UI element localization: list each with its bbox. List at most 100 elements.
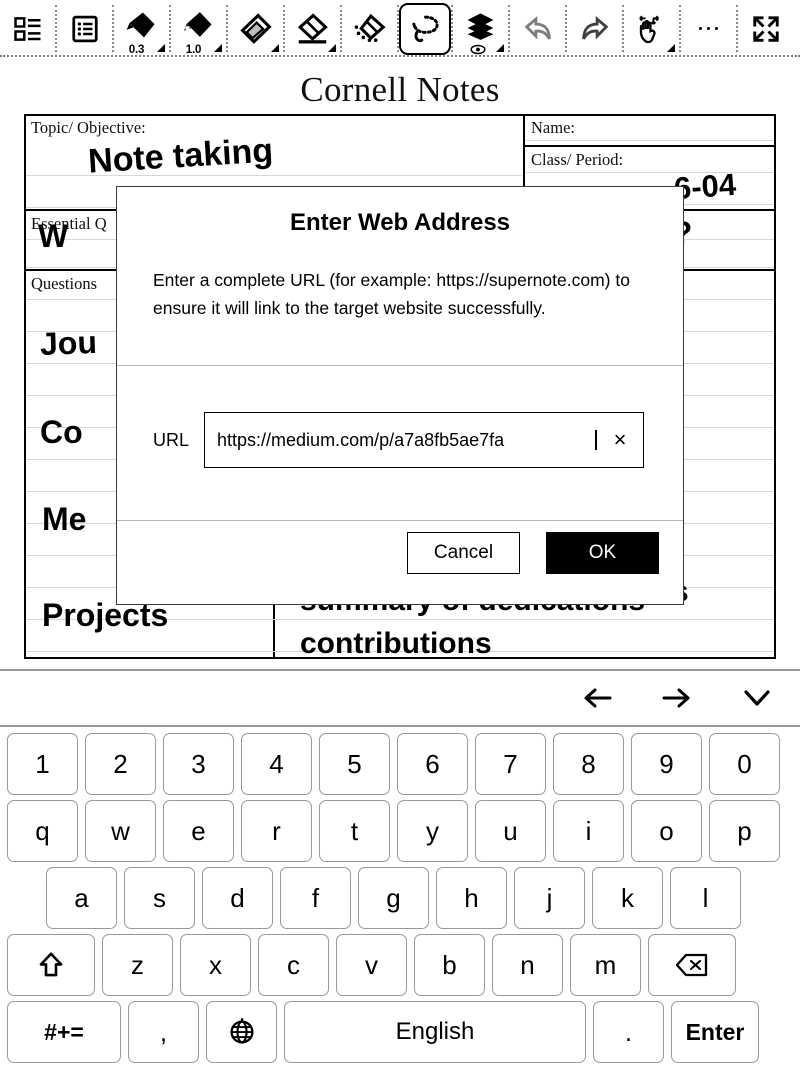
lasso-select-icon[interactable]	[399, 2, 451, 55]
url-input-value[interactable]: https://medium.com/p/a7a8fb5ae7fa	[217, 430, 594, 451]
arrow-left-icon	[584, 688, 612, 708]
pen-thin-icon[interactable]: 0.3	[114, 3, 169, 56]
clear-icon[interactable]: ×	[597, 429, 643, 451]
layers-icon[interactable]	[453, 3, 508, 55]
marker-glyph	[184, 11, 212, 37]
questions-label: Questions	[31, 274, 97, 293]
key-l[interactable]: l	[670, 867, 741, 929]
key-r[interactable]: r	[241, 800, 312, 862]
note-list-glyph	[71, 15, 98, 42]
hide-keyboard-button[interactable]	[726, 673, 788, 723]
key-period[interactable]: .	[593, 1001, 664, 1063]
pen-thick-icon[interactable]: 1.0	[171, 3, 226, 56]
highlighter-icon[interactable]	[228, 3, 283, 55]
dialog-divider-bottom	[117, 520, 683, 522]
rule-line	[526, 172, 774, 173]
key-8[interactable]: 8	[553, 733, 624, 795]
ok-button[interactable]: OK	[546, 532, 659, 574]
undo-icon[interactable]	[510, 3, 565, 55]
on-screen-keyboard: 1234567890 qwertyuiop asdfghjkl zxcvbnm …	[0, 729, 800, 1067]
key-d[interactable]: d	[202, 867, 273, 929]
key-x[interactable]: x	[180, 934, 251, 996]
key-w[interactable]: w	[85, 800, 156, 862]
toolbar-group-erasers	[285, 0, 399, 57]
key-s[interactable]: s	[124, 867, 195, 929]
key-p[interactable]: p	[709, 800, 780, 862]
globe-glyph	[229, 1018, 254, 1044]
key-m[interactable]: m	[570, 934, 641, 996]
next-field-button[interactable]	[646, 673, 708, 723]
page-list-icon[interactable]	[0, 3, 55, 55]
key-a[interactable]: a	[46, 867, 117, 929]
key-7[interactable]: 7	[475, 733, 546, 795]
key-z[interactable]: z	[102, 934, 173, 996]
fullscreen-icon[interactable]	[738, 3, 793, 55]
key-g[interactable]: g	[358, 867, 429, 929]
cancel-button[interactable]: Cancel	[407, 532, 520, 574]
layers-eye-glyph	[470, 44, 486, 54]
pen-thick-expand-corner[interactable]	[214, 43, 222, 52]
key-2[interactable]: 2	[85, 733, 156, 795]
keyboard-row-home: asdfghjkl	[0, 867, 800, 929]
key-q[interactable]: q	[7, 800, 78, 862]
layers-expand-corner[interactable]	[496, 43, 504, 52]
shift-icon	[39, 952, 63, 977]
rule-line	[526, 140, 774, 141]
key-k[interactable]: k	[592, 867, 663, 929]
key-5[interactable]: 5	[319, 733, 390, 795]
topic-label: Topic/ Objective:	[31, 118, 146, 137]
url-row: URL https://medium.com/p/a7a8fb5ae7fa ×	[117, 409, 683, 471]
handwriting-question-2: Co	[40, 414, 83, 450]
key-v[interactable]: v	[336, 934, 407, 996]
key-c[interactable]: c	[258, 934, 329, 996]
key-9[interactable]: 9	[631, 733, 702, 795]
key-h[interactable]: h	[436, 867, 507, 929]
key-y[interactable]: y	[397, 800, 468, 862]
key-1[interactable]: 1	[7, 733, 78, 795]
key-u[interactable]: u	[475, 800, 546, 862]
key-j[interactable]: j	[514, 867, 585, 929]
key-b[interactable]: b	[414, 934, 485, 996]
previous-field-button[interactable]	[566, 673, 628, 723]
pan-expand-corner[interactable]	[667, 43, 675, 52]
dialog-button-bar: Cancel OK	[407, 532, 659, 574]
key-i[interactable]: i	[553, 800, 624, 862]
key-comma[interactable]: ,	[128, 1001, 199, 1063]
eraser-icon[interactable]	[285, 3, 340, 55]
dialog-message: Enter a complete URL (for example: https…	[153, 270, 630, 318]
pen-thin-expand-corner[interactable]	[157, 43, 165, 52]
key-t[interactable]: t	[319, 800, 390, 862]
key-0[interactable]: 0	[709, 733, 780, 795]
key-n[interactable]: n	[492, 934, 563, 996]
redo-icon[interactable]	[567, 3, 622, 55]
key-o[interactable]: o	[631, 800, 702, 862]
keyboard-row-bottom: zxcvbnm	[0, 934, 800, 996]
toolbar-group-pens: 0.3 1.0	[114, 0, 285, 57]
key-e[interactable]: e	[163, 800, 234, 862]
dialog-divider-top	[117, 365, 683, 367]
key-enter[interactable]: Enter	[671, 1001, 759, 1063]
url-input[interactable]: https://medium.com/p/a7a8fb5ae7fa ×	[204, 412, 645, 468]
key-6[interactable]: 6	[397, 733, 468, 795]
key-space[interactable]: English	[284, 1001, 586, 1063]
backspace-icon	[675, 953, 708, 977]
web-address-dialog: Enter Web Address Enter a complete URL (…	[116, 186, 684, 605]
key-4[interactable]: 4	[241, 733, 312, 795]
lasso-glyph	[411, 15, 439, 43]
globe-icon[interactable]	[206, 1001, 277, 1063]
eraser-area-icon[interactable]	[342, 3, 397, 55]
key-symbols[interactable]: #+=	[7, 1001, 121, 1063]
key-backspace[interactable]	[648, 934, 736, 996]
eraser-expand-corner[interactable]	[328, 43, 336, 52]
eraser-area-glyph	[354, 13, 386, 42]
note-list-icon[interactable]	[57, 3, 112, 55]
key-3[interactable]: 3	[163, 733, 234, 795]
key-shift[interactable]	[7, 934, 95, 996]
url-label: URL	[153, 429, 190, 450]
redo-glyph	[581, 15, 608, 40]
key-f[interactable]: f	[280, 867, 351, 929]
pan-hand-icon[interactable]	[624, 3, 679, 55]
highlighter-expand-corner[interactable]	[271, 43, 279, 52]
more-options-icon[interactable]	[681, 3, 736, 55]
page-list-glyph	[13, 16, 40, 41]
